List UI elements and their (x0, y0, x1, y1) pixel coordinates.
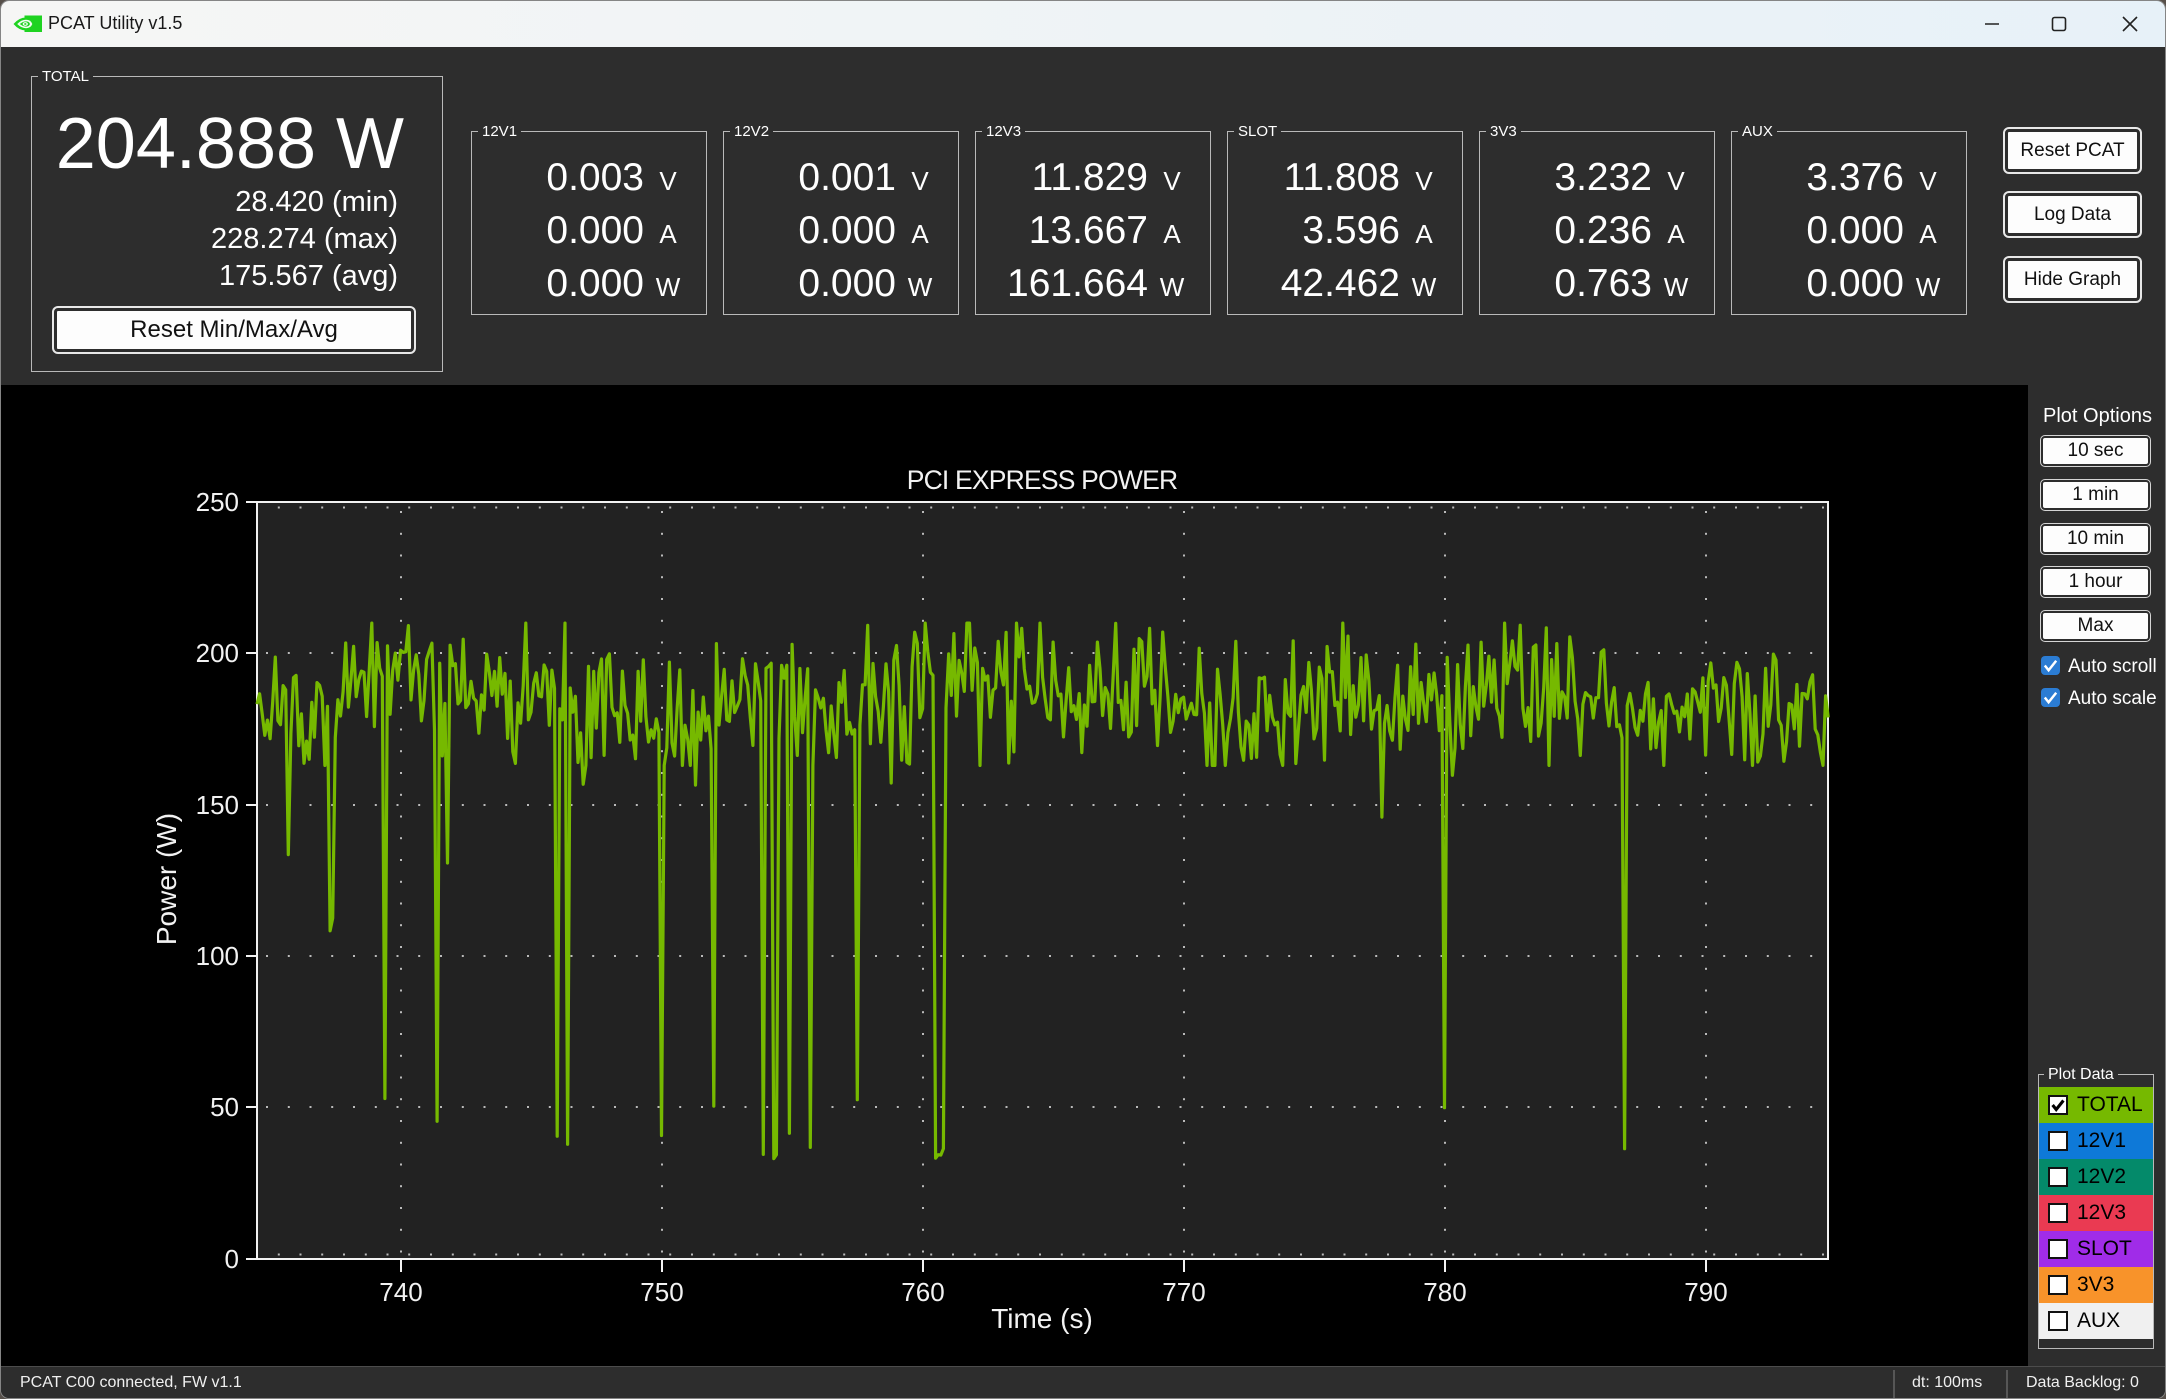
svg-text:150: 150 (196, 790, 239, 820)
svg-text:250: 250 (196, 487, 239, 517)
svg-text:200: 200 (196, 638, 239, 668)
svg-text:750: 750 (640, 1277, 683, 1307)
svg-text:Power (W): Power (W) (151, 813, 182, 945)
svg-text:0: 0 (225, 1244, 239, 1274)
svg-text:100: 100 (196, 941, 239, 971)
svg-text:780: 780 (1423, 1277, 1466, 1307)
svg-text:PCI EXPRESS POWER: PCI EXPRESS POWER (907, 465, 1178, 495)
svg-text:790: 790 (1684, 1277, 1727, 1307)
svg-text:Time (s): Time (s) (991, 1303, 1093, 1334)
svg-text:770: 770 (1162, 1277, 1205, 1307)
svg-text:50: 50 (210, 1092, 239, 1122)
svg-text:740: 740 (379, 1277, 422, 1307)
svg-text:760: 760 (901, 1277, 944, 1307)
